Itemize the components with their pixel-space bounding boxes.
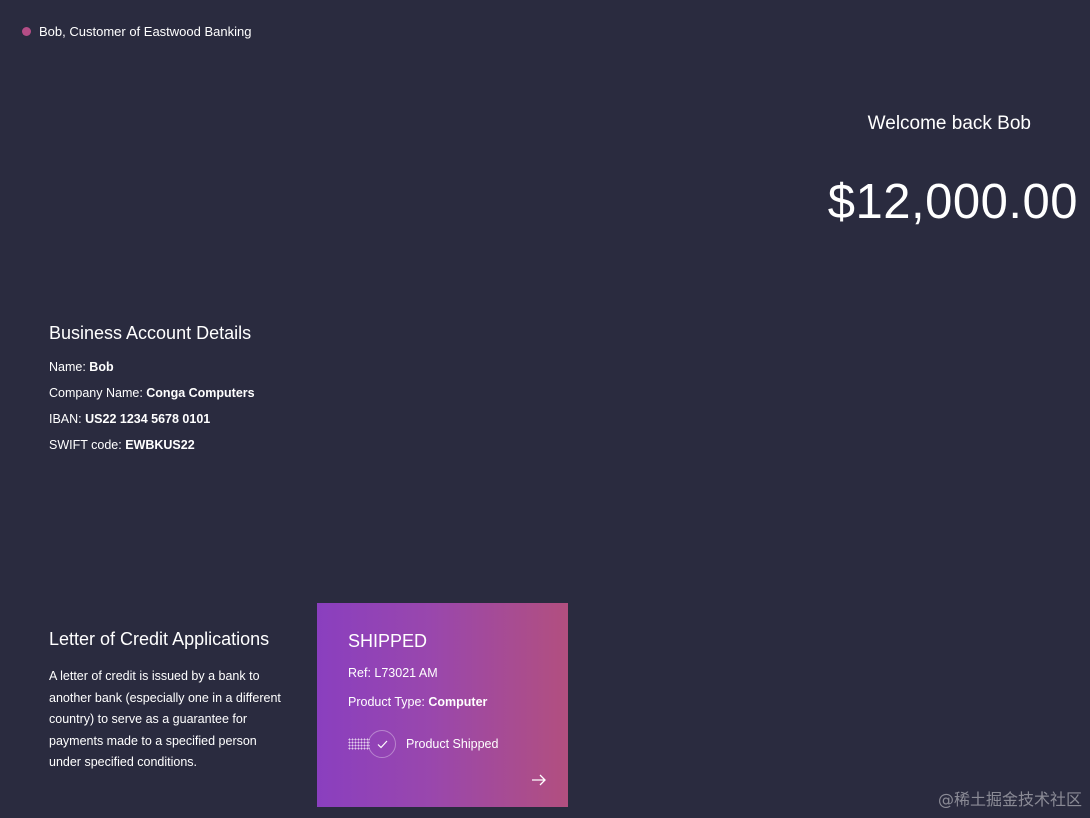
user-label: Bob, Customer of Eastwood Banking	[39, 24, 252, 39]
detail-iban: IBAN: US22 1234 5678 0101	[49, 412, 255, 426]
card-ref: Ref: L73021 AM	[348, 666, 537, 680]
letter-of-credit-section: Letter of Credit Applications A letter o…	[49, 629, 289, 774]
progress-step: Product Shipped	[348, 730, 537, 758]
account-balance: $12,000.00	[827, 175, 1078, 229]
detail-name-label: Name:	[49, 360, 90, 374]
detail-name: Name: Bob	[49, 360, 255, 374]
user-indicator: Bob, Customer of Eastwood Banking	[22, 24, 251, 39]
progress-track	[348, 738, 370, 750]
detail-swift-value: EWBKUS22	[125, 438, 195, 452]
account-details-title: Business Account Details	[49, 323, 252, 343]
detail-swift-label: SWIFT code:	[49, 438, 126, 452]
card-product-type: Product Type: Computer	[348, 695, 537, 709]
arrow-right-icon[interactable]	[530, 773, 548, 787]
progress-label: Product Shipped	[406, 737, 499, 751]
card-status: SHIPPED	[348, 631, 428, 651]
welcome-message: Welcome back Bob	[867, 113, 1031, 134]
check-icon	[368, 730, 396, 758]
card-ref-label: Ref:	[348, 666, 375, 680]
watermark: @稀土掘金技术社区	[937, 790, 1082, 809]
status-dot	[22, 27, 31, 36]
application-card[interactable]: SHIPPED Ref: L73021 AM Product Type: Com…	[317, 603, 568, 807]
detail-iban-label: IBAN:	[49, 412, 86, 426]
card-product-type-value: Computer	[428, 695, 488, 709]
detail-company-label: Company Name:	[49, 386, 147, 400]
detail-company: Company Name: Conga Computers	[49, 386, 255, 400]
account-details-section: Business Account Details Name: Bob Compa…	[49, 323, 255, 464]
letter-of-credit-description: A letter of credit is issued by a bank t…	[49, 669, 281, 769]
detail-company-value: Conga Computers	[146, 386, 255, 400]
page: Bob, Customer of Eastwood Banking Welcom…	[0, 0, 1090, 818]
card-product-type-label: Product Type:	[348, 695, 429, 709]
detail-swift: SWIFT code: EWBKUS22	[49, 438, 255, 452]
card-ref-value: L73021 AM	[374, 666, 438, 680]
detail-iban-value: US22 1234 5678 0101	[85, 412, 211, 426]
letter-of-credit-title: Letter of Credit Applications	[49, 629, 270, 649]
detail-name-value: Bob	[89, 360, 114, 374]
